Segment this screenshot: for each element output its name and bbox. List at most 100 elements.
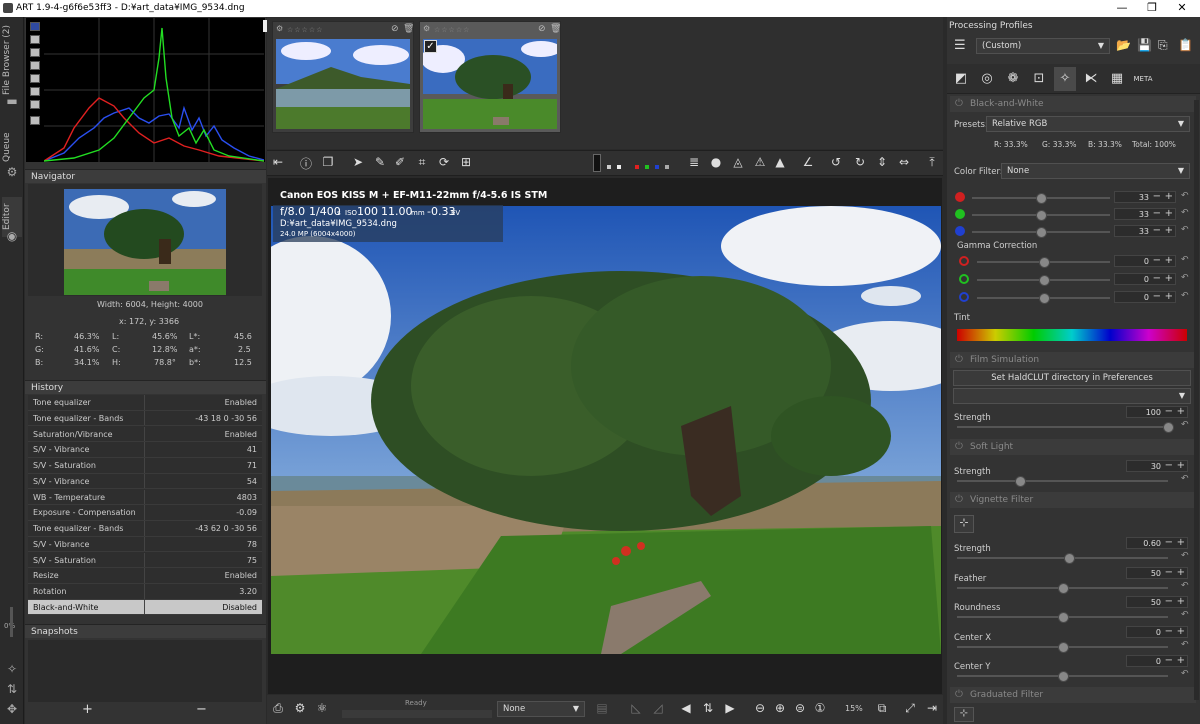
profile-combo[interactable]: None ▼: [497, 701, 585, 717]
open-profile-icon[interactable]: 📂: [1116, 38, 1131, 52]
increment-button[interactable]: +: [1177, 460, 1185, 471]
increment-button[interactable]: +: [1165, 273, 1173, 284]
decrement-button[interactable]: −: [1165, 626, 1173, 637]
reset-icon[interactable]: ↶: [1181, 474, 1189, 484]
decrement-button[interactable]: −: [1153, 255, 1161, 266]
move-icon[interactable]: ✥: [4, 702, 20, 716]
vignette-strength-slider[interactable]: [957, 553, 1168, 564]
reset-icon[interactable]: ↶: [1181, 191, 1189, 201]
copy-profile-icon[interactable]: ⎘: [1158, 38, 1168, 53]
histogram-chroma-toggle[interactable]: [30, 61, 40, 70]
film-strength-spinbox[interactable]: 100− +: [1126, 406, 1188, 418]
vignette-center-x-slider[interactable]: [957, 641, 1168, 653]
gear-icon[interactable]: ⚙: [4, 165, 20, 179]
info-icon[interactable]: ⓘ: [297, 155, 315, 173]
aperture-icon[interactable]: ◉: [4, 229, 20, 243]
bw-red-slider-knob[interactable]: [1036, 193, 1047, 204]
paste-profile-icon[interactable]: 📋: [1178, 38, 1193, 52]
vignette-feather-slider[interactable]: [957, 582, 1168, 594]
bw-blue-slider[interactable]: [972, 227, 1110, 238]
tab-color[interactable]: ❁: [1002, 67, 1024, 91]
histogram-mode-toggle[interactable]: [30, 100, 40, 109]
fullscreen-icon[interactable]: ⤢: [901, 701, 919, 719]
history-row[interactable]: S/V - Vibrance 78: [28, 536, 262, 553]
bw-red-slider[interactable]: [972, 193, 1110, 204]
softlight-strength-slider[interactable]: [957, 476, 1168, 487]
film-strength-slider[interactable]: [957, 422, 1174, 433]
histogram-blue-toggle[interactable]: [30, 22, 40, 31]
haldclut-button[interactable]: Set HaldCLUT directory in Preferences: [953, 370, 1191, 386]
reject-icon[interactable]: ⊘: [538, 24, 546, 34]
reset-icon[interactable]: ↶: [1181, 255, 1189, 265]
vignette-feather-spinbox[interactable]: 50− +: [1126, 566, 1188, 579]
perspective-icon[interactable]: ⊞: [457, 155, 475, 173]
increment-button[interactable]: +: [1177, 567, 1185, 578]
decrement-button[interactable]: −: [1153, 273, 1161, 284]
shadow-warning-icon[interactable]: ⚠: [751, 155, 769, 173]
gamma-blue-spinbox[interactable]: 0− +: [1114, 291, 1176, 303]
gamut-check-icon[interactable]: ◿: [649, 701, 667, 719]
vignette-center-y-slider-knob[interactable]: [1057, 671, 1069, 682]
vignette-roundness-slider[interactable]: [957, 612, 1168, 623]
history-row[interactable]: S/V - Saturation 71: [28, 458, 262, 474]
add-snapshot-button[interactable]: +: [82, 702, 93, 717]
reset-icon[interactable]: ↶: [1181, 420, 1189, 430]
softlight-strength-spinbox[interactable]: 30− +: [1126, 460, 1188, 472]
gamma-green-slider[interactable]: [977, 275, 1110, 286]
vignette-center-x-spinbox[interactable]: 0− +: [1126, 625, 1188, 638]
tab-meta[interactable]: META: [1132, 67, 1154, 91]
zoom-fit-icon[interactable]: ⊜: [791, 701, 809, 719]
reset-icon[interactable]: ↶: [1181, 225, 1189, 235]
vignette-center-y-spinbox[interactable]: 0− +: [1126, 655, 1188, 667]
softproof-icon[interactable]: ◺: [627, 701, 645, 719]
gamma-green-slider-knob[interactable]: [1038, 275, 1050, 286]
power-icon[interactable]: ⏻: [955, 689, 963, 700]
increment-button[interactable]: +: [1177, 537, 1185, 548]
reset-icon[interactable]: ↶: [1181, 208, 1189, 218]
preview-mode-green[interactable]: [645, 165, 649, 169]
reset-icon[interactable]: ↶: [1181, 581, 1189, 591]
save-profile-icon[interactable]: 💾: [1137, 38, 1152, 52]
increment-button[interactable]: +: [1165, 291, 1173, 302]
before-after-icon[interactable]: ❐: [319, 155, 337, 173]
gamut-icon[interactable]: ◬: [729, 155, 747, 173]
hide-right-panel-icon[interactable]: ⇥: [923, 701, 941, 719]
presets-combo[interactable]: Relative RGB ▼: [986, 116, 1190, 132]
increment-button[interactable]: +: [1177, 596, 1185, 607]
vignette-feather-slider-knob[interactable]: [1057, 582, 1069, 594]
history-row[interactable]: Resize Enabled: [28, 568, 262, 584]
increment-button[interactable]: +: [1165, 255, 1173, 266]
zoom-in-icon[interactable]: ⊕: [771, 701, 789, 719]
tab-details[interactable]: ◎: [976, 67, 998, 91]
preview-mode-red[interactable]: [635, 165, 639, 169]
tab-transform[interactable]: ⧔: [1080, 67, 1102, 91]
trash-icon[interactable]: 🗑: [550, 24, 561, 34]
main-photo[interactable]: [271, 206, 941, 654]
decrement-button[interactable]: −: [1153, 191, 1161, 202]
bw-blue-spinbox[interactable]: 33− +: [1114, 225, 1176, 237]
gamma-red-slider[interactable]: [977, 257, 1110, 268]
bw-red-spinbox[interactable]: 33− +: [1114, 191, 1176, 203]
histogram-scale-toggle[interactable]: [30, 116, 40, 125]
history-row[interactable]: S/V - Saturation 75: [28, 552, 262, 569]
navigator-preview[interactable]: [64, 189, 226, 295]
gamma-red-slider-knob[interactable]: [1038, 257, 1050, 268]
thumbnail-card-selected[interactable]: ⚙ ☆☆☆☆☆ ⊘ 🗑 ✓: [419, 21, 561, 133]
power-icon[interactable]: ⏻: [955, 354, 963, 365]
color-filter-combo[interactable]: None ▼: [1001, 163, 1190, 179]
profile-selector[interactable]: (Custom) ▼: [976, 38, 1110, 54]
decrement-button[interactable]: −: [1165, 460, 1173, 471]
reset-icon[interactable]: ↶: [1181, 551, 1189, 561]
vignette-strength-slider-knob[interactable]: [1063, 553, 1075, 564]
tab-effects[interactable]: ✧: [1054, 67, 1076, 91]
vignette-roundness-slider-knob[interactable]: [1057, 612, 1069, 623]
external-editor-icon[interactable]: ⚛: [313, 701, 331, 719]
profile-list-icon[interactable]: ☰: [954, 38, 966, 53]
close-button[interactable]: ✕: [1167, 1, 1197, 16]
vignette-center-y-slider[interactable]: [957, 671, 1168, 682]
select-checkbox[interactable]: ✓: [424, 40, 437, 53]
power-icon[interactable]: ⏻: [955, 494, 963, 505]
rotate-right-icon[interactable]: ↻: [851, 155, 869, 173]
bw-blue-slider-knob[interactable]: [1036, 227, 1047, 238]
tab-local[interactable]: ⊡: [1028, 67, 1050, 91]
